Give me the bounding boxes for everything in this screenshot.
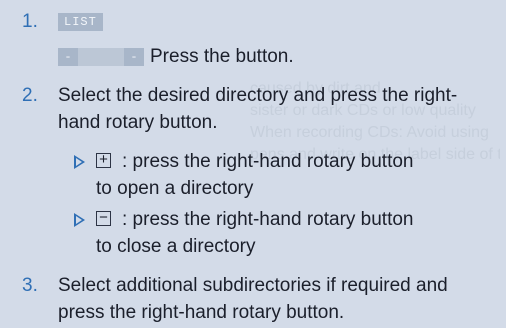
button-pair-icon: - - [58, 47, 144, 66]
list-button-icon: LIST [58, 12, 103, 31]
plus-box-icon: + [96, 152, 111, 168]
minus-box-icon: − [96, 210, 111, 226]
subitem-text: : press the right-hand rotary button [122, 151, 414, 172]
step-body: LIST - - Press the button. [58, 8, 498, 70]
subitem-text: : press the right-hand rotary button [122, 209, 414, 230]
subitem-open-directory: + : press the right-hand rotary button t… [74, 148, 494, 202]
step-number: 2. [22, 85, 38, 106]
subitem-text-cont: to open a directory [96, 178, 254, 199]
subitem-close-directory: − : press the right-hand rotary button t… [74, 206, 494, 260]
key-row: - - Press the button. [58, 43, 498, 70]
step-text: Select additional subdirectories if requ… [58, 275, 448, 323]
minus-key-icon: - [124, 47, 144, 66]
minus-key-icon: - [58, 47, 78, 66]
subitem-text-cont: to close a directory [96, 236, 256, 257]
arrow-bullet-icon [74, 155, 85, 169]
step-number: 1. [22, 11, 38, 32]
step-text: Select the desired directory and press t… [58, 85, 458, 133]
arrow-bullet-icon [74, 213, 85, 227]
manual-page: caused by dirt and sister or dark CDs or… [0, 0, 506, 328]
key-gap [78, 47, 124, 66]
step-text: Press the button. [150, 46, 294, 67]
step-number: 3. [22, 275, 38, 296]
